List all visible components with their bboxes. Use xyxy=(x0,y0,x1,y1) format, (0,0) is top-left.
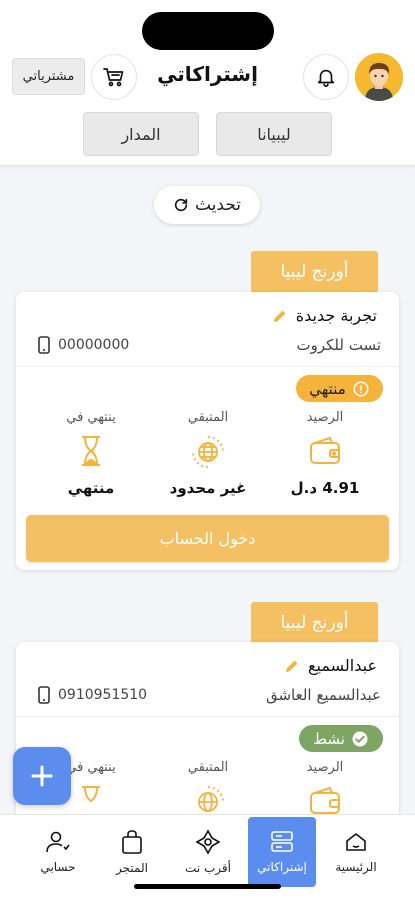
nav-label: إشتراكاتي xyxy=(257,860,307,874)
balance-label: الرصيد xyxy=(306,760,344,775)
check-circle-icon xyxy=(352,731,368,746)
phone-icon xyxy=(38,686,50,704)
expires-stat: ينتهي في منتهي xyxy=(36,410,146,497)
balance-stat: الرصيد 4.91 د.ل xyxy=(270,410,380,497)
edit-icon[interactable] xyxy=(272,308,288,324)
divider xyxy=(16,716,399,717)
alert-icon xyxy=(353,381,369,396)
nav-label: الرئيسية xyxy=(335,860,377,874)
wallet-icon xyxy=(310,436,340,464)
nav-label: أقرب نت xyxy=(185,861,231,875)
notifications-button[interactable] xyxy=(303,54,349,100)
remaining-stat: المتبقي غير محدود xyxy=(153,410,263,497)
phone-row: 0910951510 xyxy=(38,686,147,704)
avatar[interactable] xyxy=(355,53,403,101)
login-account-button[interactable]: دخول الحساب xyxy=(26,515,389,562)
phone-row: 00000000 xyxy=(38,336,129,354)
balance-label: الرصيد xyxy=(306,410,344,425)
phone-number: 00000000 xyxy=(58,337,130,353)
wallet-icon xyxy=(310,786,340,814)
subscription-name: عبدالسميع xyxy=(308,656,377,675)
refresh-button[interactable]: تحديث xyxy=(154,186,260,224)
remaining-label: المتبقي xyxy=(187,760,229,775)
phone-icon xyxy=(38,336,50,354)
status-text: نشط xyxy=(313,729,345,748)
subscription-name-row: عبدالسميع xyxy=(284,656,377,675)
cart-icon xyxy=(103,68,124,87)
status-text: منتهي xyxy=(309,379,346,398)
nearby-icon xyxy=(195,829,221,855)
remaining-value: غير محدود xyxy=(169,479,247,497)
page-title: إشتراكاتي xyxy=(157,62,258,86)
nav-label: حسابي xyxy=(40,860,76,874)
nav-subscriptions[interactable]: إشتراكاتي xyxy=(248,817,316,887)
expires-value: منتهي xyxy=(67,479,115,497)
nav-label: المتجر xyxy=(116,861,148,875)
plus-icon xyxy=(31,765,53,787)
expires-label: ينتهي في xyxy=(66,410,116,425)
nav-store[interactable]: المتجر xyxy=(98,817,166,887)
status-badge: منتهي xyxy=(296,375,383,402)
bag-icon xyxy=(122,830,142,854)
status-badge: نشط xyxy=(299,725,383,752)
edit-icon[interactable] xyxy=(284,658,300,674)
remaining-label: المتبقي xyxy=(187,410,229,425)
subscription-name-row: تجربة جديدة xyxy=(272,306,377,325)
divider xyxy=(16,366,399,367)
nav-account[interactable]: حسابي xyxy=(24,817,92,887)
refresh-icon xyxy=(174,198,188,212)
subscription-subtitle: تست للكروت xyxy=(296,336,381,354)
cart-button[interactable] xyxy=(91,54,137,100)
subscription-name: تجربة جديدة xyxy=(295,306,377,325)
provider-badge: أورنج ليبيا xyxy=(251,251,378,293)
nav-home[interactable]: الرئيسية xyxy=(322,817,390,887)
nav-nearby[interactable]: أقرب نت xyxy=(174,817,242,887)
home-icon xyxy=(346,833,366,851)
phone-number: 0910951510 xyxy=(58,687,148,703)
refresh-label: تحديث xyxy=(194,195,242,215)
provider-badge: أورنج ليبيا xyxy=(251,602,378,644)
camera-notch xyxy=(142,12,274,50)
subscription-subtitle: عبدالسميع العاشق xyxy=(265,686,381,704)
subscriptions-icon xyxy=(271,831,293,852)
remaining-stat: المتبقي xyxy=(153,760,263,821)
account-icon xyxy=(46,831,70,853)
subscription-card: عبدالسميع عبدالسميع العاشق 0910951510 نش… xyxy=(16,642,399,842)
hourglass-icon xyxy=(82,436,100,466)
app-header: إشتراكاتي مشترياتي ليبيانا المدار xyxy=(0,0,415,165)
tab-libyana[interactable]: ليبيانا xyxy=(216,112,332,156)
tab-madar[interactable]: المدار xyxy=(83,112,199,156)
hourglass-icon xyxy=(82,786,100,803)
subscription-card: تجربة جديدة تست للكروت 00000000 منتهي ال… xyxy=(16,292,399,570)
purchases-button[interactable]: مشترياتي xyxy=(12,58,85,95)
globe-icon xyxy=(192,436,224,468)
balance-value: 4.91 د.ل xyxy=(290,479,360,497)
add-subscription-button[interactable] xyxy=(13,747,71,805)
bell-icon xyxy=(317,69,335,87)
balance-stat: الرصيد xyxy=(270,760,380,821)
home-indicator xyxy=(134,884,281,889)
